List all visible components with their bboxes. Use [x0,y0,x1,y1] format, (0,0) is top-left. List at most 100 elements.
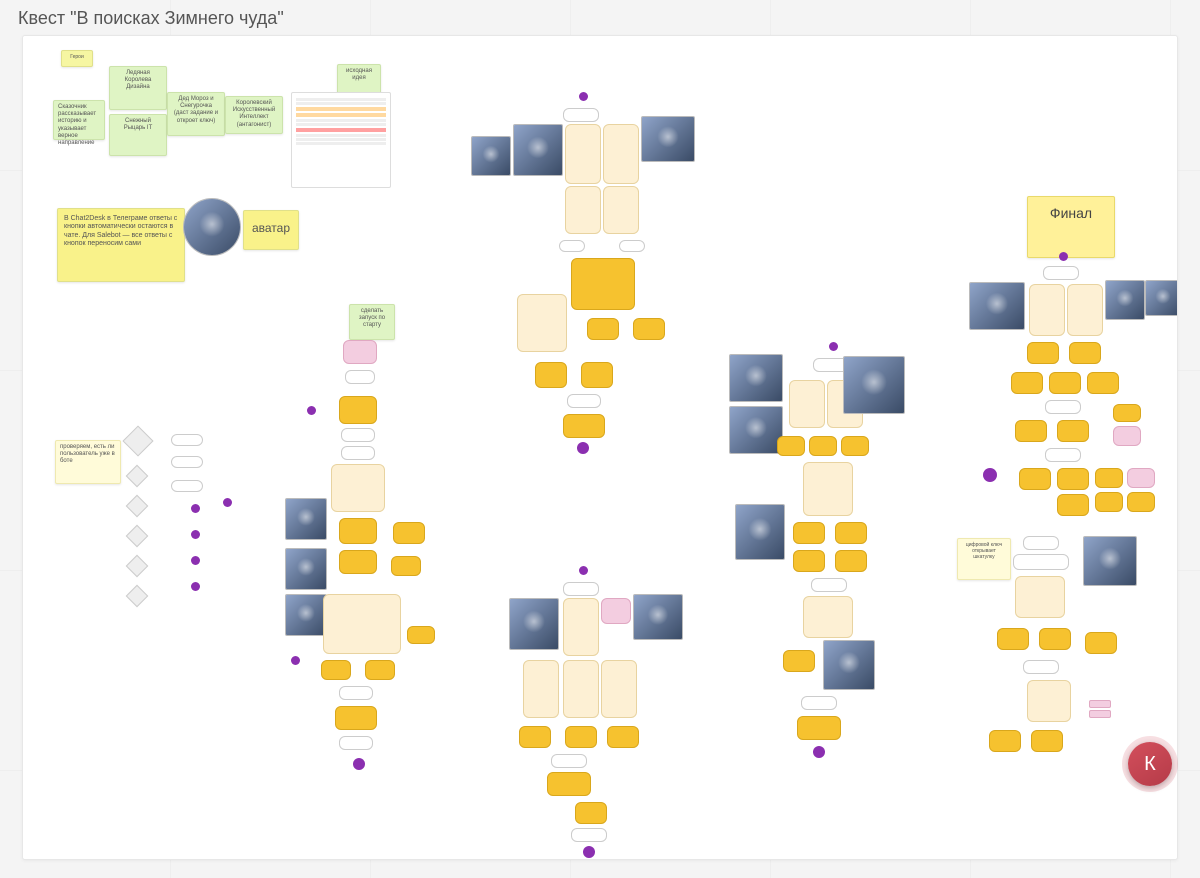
flow-block[interactable] [339,550,377,574]
flow-block[interactable] [803,596,853,638]
flow-block[interactable] [1015,576,1065,618]
flow-block[interactable] [335,706,377,730]
flow-block[interactable] [811,578,847,592]
flow-block[interactable] [1095,492,1123,512]
flow-block[interactable] [1023,660,1059,674]
sticky-narrator[interactable]: Сказочник рассказывает историю и указыва… [53,100,105,140]
flow-block-pink[interactable] [1127,468,1155,488]
flow-block[interactable] [835,522,867,544]
diagram-canvas[interactable]: Герои Сказочник рассказывает историю и у… [22,35,1178,860]
flow-block[interactable] [801,696,837,710]
flow-block[interactable] [789,380,825,428]
flow-block[interactable] [563,108,599,122]
flow-block-pink[interactable] [1089,710,1111,718]
flow-block[interactable] [1027,680,1071,722]
flow-dot[interactable] [291,656,300,665]
flow-block[interactable] [323,594,401,654]
decision-node[interactable] [126,495,149,518]
flow-block[interactable] [517,294,567,352]
flow-block[interactable] [519,726,551,748]
flow-block[interactable] [607,726,639,748]
flow-block[interactable] [1031,730,1063,752]
flow-block[interactable] [345,370,375,384]
flow-block[interactable] [1057,494,1089,516]
flow-block[interactable] [563,598,599,656]
sticky-avatar[interactable]: аватар [243,210,299,250]
flow-block[interactable] [1023,536,1059,550]
flow-block[interactable] [1019,468,1051,490]
flow-block[interactable] [1027,342,1059,364]
decision-node[interactable] [126,555,149,578]
flow-block-pink[interactable] [1113,426,1141,446]
flow-block[interactable] [1085,632,1117,654]
flow-dot[interactable] [191,504,200,513]
flow-block[interactable] [559,240,585,252]
flow-block[interactable] [841,436,869,456]
flow-block[interactable] [997,628,1029,650]
flow-block[interactable] [565,124,601,184]
flow-block[interactable] [321,660,351,680]
sticky-heroes-label[interactable]: Герои [61,50,93,67]
flow-block[interactable] [339,396,377,424]
flow-block[interactable] [793,522,825,544]
flow-block[interactable] [989,730,1021,752]
flow-block[interactable] [601,660,637,718]
sticky-make-start[interactable]: сделать запуск по старту [349,304,395,340]
flow-block[interactable] [1057,420,1089,442]
flow-dot[interactable] [579,566,588,575]
flow-block[interactable] [563,582,599,596]
flow-block-pink[interactable] [1089,700,1111,708]
flow-block[interactable] [1127,492,1155,512]
flow-block[interactable] [587,318,619,340]
decision-node[interactable] [122,425,153,456]
decision-node[interactable] [126,525,149,548]
flow-dot[interactable] [1059,252,1068,261]
flow-block[interactable] [1057,468,1089,490]
flow-dot[interactable] [191,556,200,565]
flow-dot[interactable] [579,92,588,101]
flow-block[interactable] [803,462,853,516]
flow-block[interactable] [793,550,825,572]
flow-block[interactable] [565,186,601,234]
flow-block[interactable] [633,318,665,340]
flow-block[interactable] [1013,554,1069,570]
flow-block[interactable] [563,414,605,438]
sticky-source-idea[interactable]: исходная идея [337,64,381,94]
flow-block[interactable] [603,124,639,184]
flow-block[interactable] [1015,420,1047,442]
flow-block[interactable] [1049,372,1081,394]
flow-block[interactable] [391,556,421,576]
decision-node[interactable] [126,585,149,608]
flow-dot[interactable] [813,746,825,758]
decision-node[interactable] [126,465,149,488]
flow-block[interactable] [1045,400,1081,414]
flow-block-pink[interactable] [601,598,631,624]
flow-block[interactable] [171,456,203,468]
flow-block[interactable] [567,394,601,408]
flow-block[interactable] [797,716,841,740]
flow-dot[interactable] [191,582,200,591]
flow-block-pink[interactable] [343,340,377,364]
flow-block[interactable] [571,258,635,310]
flow-block[interactable] [365,660,395,680]
flow-block[interactable] [1043,266,1079,280]
sticky-ded-moroz[interactable]: Дед Мороз и Снегурочка (даст задание и о… [167,92,225,136]
sticky-digital-key[interactable]: цифровой ключ открывает шкатулку [957,538,1011,580]
flow-block[interactable] [551,754,587,768]
flow-block[interactable] [339,518,377,544]
flow-block[interactable] [563,660,599,718]
flow-block[interactable] [547,772,591,796]
flow-block[interactable] [171,480,203,492]
sticky-ice-queen[interactable]: Ледяная Королева Дизайна [109,66,167,110]
flow-block[interactable] [1095,468,1123,488]
flow-block[interactable] [1069,342,1101,364]
flow-block[interactable] [565,726,597,748]
flow-block[interactable] [603,186,639,234]
flow-dot[interactable] [583,846,595,858]
flow-block[interactable] [339,686,373,700]
flow-block[interactable] [1067,284,1103,336]
flow-block[interactable] [535,362,567,388]
flow-dot[interactable] [829,342,838,351]
flow-block[interactable] [407,626,435,644]
sticky-final[interactable]: Финал [1027,196,1115,258]
